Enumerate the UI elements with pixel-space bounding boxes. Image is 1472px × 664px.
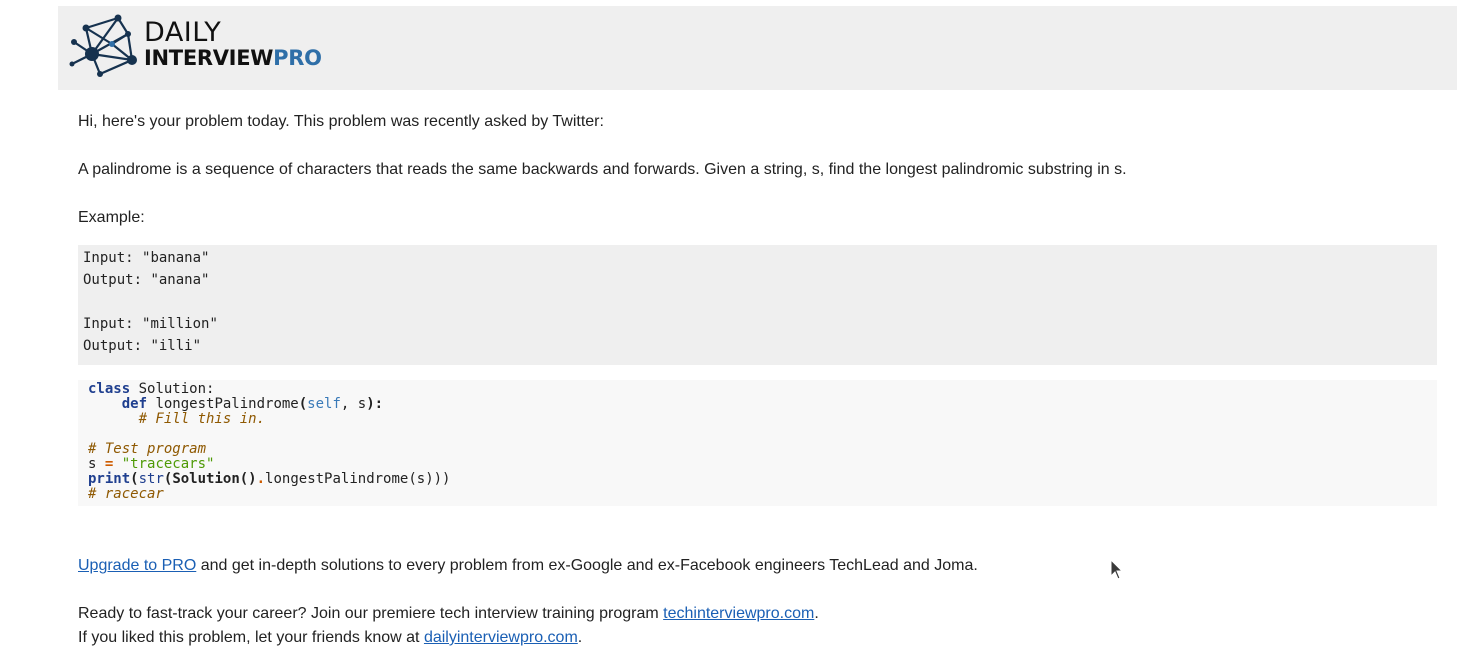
self-param: self [307,396,341,412]
code-line-class: class Solution: [88,382,214,397]
example-1-output: Output: "anana" [83,271,209,289]
class-name: Solution: [130,381,215,397]
upgrade-to-pro-link[interactable]: Upgrade to PRO [78,557,196,574]
career-end: . [814,605,819,622]
test-comment: # Test program [88,441,207,457]
paren-open: ( [298,396,308,412]
logo-interview-text: INTERVIEW [144,46,274,70]
print-args-2: longestPalindrome(s))) [265,471,451,487]
param-rest: , s [340,396,367,412]
input-label: Input: [83,250,143,266]
code-block: class Solution: def longestPalindrome(se… [78,380,1437,506]
code-line-fill: # Fill this in. [88,412,265,427]
fill-comment: # Fill this in. [138,411,266,427]
example-1-input: Input: "banana" [83,249,209,267]
example-2-output: Output: "illi" [83,337,201,355]
assign-var: s [88,456,105,472]
example-block: Input: "banana" Output: "anana" Input: "… [78,245,1437,365]
logo-line-interviewpro: INTERVIEWPRO [144,45,322,71]
example-2-input: Input: "million" [83,315,218,333]
problem-statement: A palindrome is a sequence of characters… [78,161,1127,178]
network-graph-icon [69,14,137,77]
paren-close: ): [366,396,384,412]
code-line-result: # racecar [88,487,164,502]
mouse-cursor-icon [1110,559,1124,580]
code-line-assign: s = "tracecars" [88,457,214,472]
def-keyword: def [121,396,148,412]
logo-line-daily: DAILY [144,17,222,48]
result-comment: # racecar [88,486,164,502]
dot-operator: . [256,471,266,487]
assign-string: "tracecars" [113,456,215,472]
output-value: "anana" [150,272,210,288]
logo-pro-text: PRO [273,46,322,70]
career-text: Ready to fast-track your career? Join ou… [78,605,664,622]
example-label: Example: [78,209,145,226]
code-line-def: def longestPalindrome(self, s): [88,397,383,412]
share-text: If you liked this problem, let your frie… [78,629,424,646]
email-header: DAILY INTERVIEWPRO [58,6,1457,90]
print-keyword: print [88,471,131,487]
print-args-1: (Solution() [163,471,257,487]
output-value: "illi" [150,338,202,354]
upgrade-text: and get in-depth solutions to every prob… [196,557,978,574]
code-line-test-comment: # Test program [88,442,206,457]
techinterviewpro-link[interactable]: techinterviewpro.com [663,605,814,622]
input-value: "banana" [142,250,210,266]
code-line-print: print(str(Solution().longestPalindrome(s… [88,471,451,487]
intro-text: Hi, here's your problem today. This prob… [78,113,604,130]
class-keyword: class [88,381,131,397]
input-label: Input: [83,316,143,332]
output-label: Output: [83,338,151,354]
str-builtin: str [138,471,164,487]
career-paragraph: Ready to fast-track your career? Join ou… [78,602,819,626]
dailyinterviewpro-link[interactable]: dailyinterviewpro.com [424,629,578,646]
share-end: . [577,629,583,646]
method-name: longestPalindrome [147,396,299,412]
upgrade-paragraph: Upgrade to PRO and get in-depth solution… [78,554,978,578]
daily-interview-pro-logo[interactable]: DAILY INTERVIEWPRO [66,14,322,84]
share-paragraph: If you liked this problem, let your frie… [78,626,582,650]
output-label: Output: [83,272,151,288]
input-value: "million" [142,316,218,332]
